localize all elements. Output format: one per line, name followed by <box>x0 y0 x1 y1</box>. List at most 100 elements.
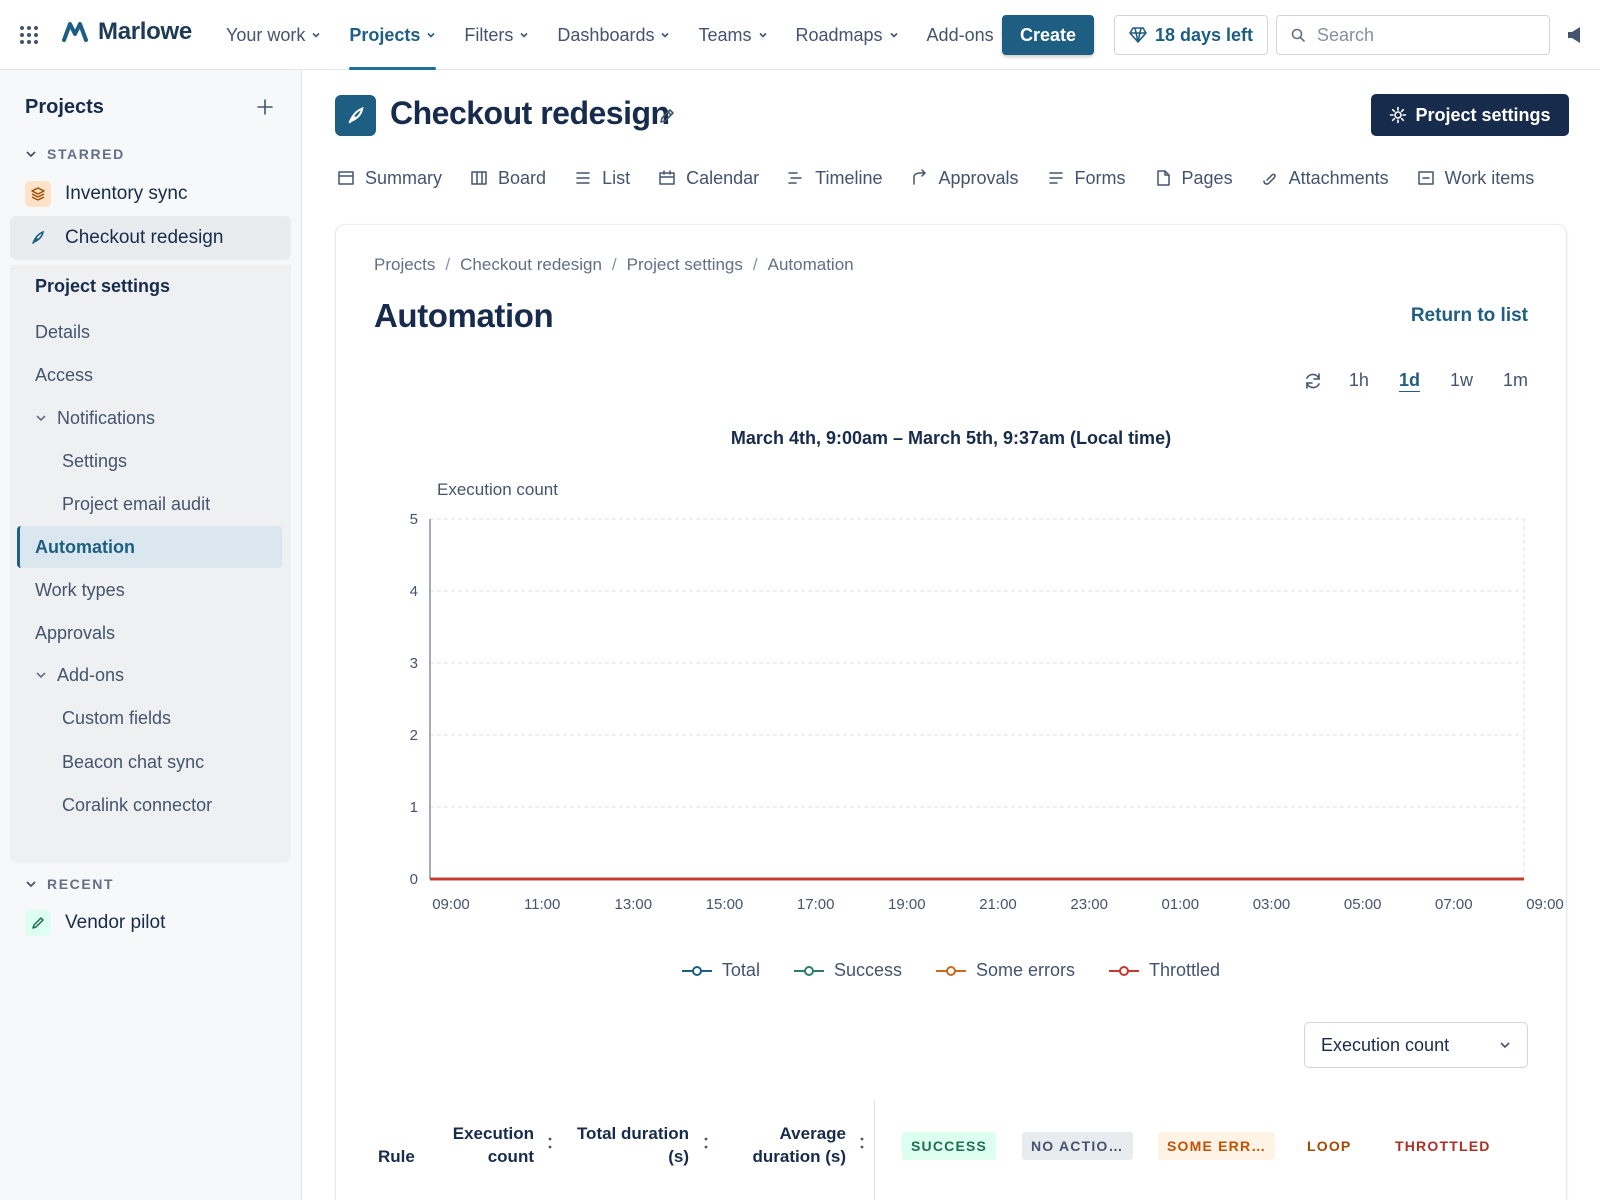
range-option-1w[interactable]: 1w <box>1450 370 1473 391</box>
trial-button[interactable]: 18 days left <box>1114 15 1268 55</box>
work-items-icon <box>1417 171 1434 185</box>
nav-item-roadmaps[interactable]: Roadmaps <box>782 0 913 70</box>
status-column-loop[interactable]: LOOP <box>1298 1132 1360 1160</box>
edit-title-icon[interactable] <box>657 106 677 126</box>
app-switcher-icon[interactable] <box>18 24 40 46</box>
settings-item-automation[interactable]: Automation <box>17 526 282 568</box>
project-label: Vendor pilot <box>65 912 166 933</box>
sidebar-project-inventory-sync[interactable]: Inventory sync <box>10 172 291 216</box>
column-header-rule[interactable]: Rule <box>378 1145 415 1168</box>
return-to-list-link[interactable]: Return to list <box>1411 305 1528 327</box>
project-label: Checkout redesign <box>65 227 224 248</box>
settings-item-notification-settings[interactable]: Settings <box>10 440 291 482</box>
nav-item-label: Roadmaps <box>795 24 883 45</box>
create-button[interactable]: Create <box>1002 15 1094 55</box>
tab-list[interactable]: List <box>574 160 630 196</box>
breadcrumb-item-automation[interactable]: Automation <box>768 255 854 275</box>
nav-item-label: Projects <box>349 24 421 45</box>
legend-item-throttled[interactable]: Throttled <box>1109 960 1220 981</box>
gear-icon <box>1390 106 1407 124</box>
tab-pages[interactable]: Pages <box>1154 160 1233 196</box>
status-column-some-err[interactable]: SOME ERR… <box>1158 1132 1276 1160</box>
tab-work-items[interactable]: Work items <box>1417 160 1534 196</box>
search-box[interactable] <box>1276 15 1550 55</box>
product-logo[interactable]: Marlowe <box>62 18 192 46</box>
project-label: Inventory sync <box>65 183 188 204</box>
x-tick-label: 19:00 <box>888 896 926 913</box>
recent-section-toggle[interactable]: RECENT <box>25 876 114 892</box>
nav-item-label: Dashboards <box>557 24 655 45</box>
megaphone-icon[interactable] <box>1566 24 1588 46</box>
sidebar-project-vendor-pilot[interactable]: Vendor pilot <box>10 901 291 945</box>
legend-item-some-errors[interactable]: Some errors <box>935 960 1075 981</box>
settings-item-beacon-chat-sync[interactable]: Beacon chat sync <box>10 741 291 783</box>
breadcrumb-separator: / <box>752 255 758 274</box>
x-tick-label: 07:00 <box>1435 896 1473 913</box>
sidebar-project-checkout-redesign[interactable]: Checkout redesign <box>10 216 291 260</box>
settings-item-custom-fields[interactable]: Custom fields <box>10 697 291 739</box>
breadcrumb-item-project-settings[interactable]: Project settings <box>627 255 743 275</box>
tab-calendar[interactable]: Calendar <box>658 160 759 196</box>
header-line: (s) <box>668 1147 689 1166</box>
y-tick-label: 2 <box>410 727 418 744</box>
chevron-down-icon <box>758 32 767 38</box>
tab-label: Board <box>498 167 547 188</box>
range-option-1m[interactable]: 1m <box>1503 370 1528 391</box>
nav-item-projects[interactable]: Projects <box>335 0 450 70</box>
project-tabs: Summary Board List Calendar Timeline Approval… <box>337 160 1562 196</box>
metric-select[interactable]: Execution count <box>1304 1022 1528 1068</box>
column-header-total-duration[interactable]: Total duration (s) <box>554 1122 689 1168</box>
column-header-execution-count[interactable]: Execution count <box>432 1122 534 1168</box>
x-tick-label: 09:00 <box>432 896 470 913</box>
project-settings-button[interactable]: Project settings <box>1371 94 1569 136</box>
nav-item-filters[interactable]: Filters <box>450 0 543 70</box>
legend-item-total[interactable]: Total <box>681 960 760 981</box>
y-tick-label: 5 <box>410 511 418 528</box>
column-header-average-duration[interactable]: Average duration (s) <box>714 1122 847 1168</box>
sort-icon[interactable] <box>704 1136 708 1150</box>
tab-timeline[interactable]: Timeline <box>787 160 882 196</box>
project-title: Checkout redesign <box>390 95 670 131</box>
settings-item-access[interactable]: Access <box>10 354 291 396</box>
y-tick-label: 3 <box>410 655 418 672</box>
status-column-success[interactable]: SUCCESS <box>902 1132 997 1160</box>
settings-item-project-email-audit[interactable]: Project email audit <box>10 483 291 525</box>
feather-icon <box>25 225 51 251</box>
refresh-icon[interactable] <box>1303 371 1323 391</box>
chevron-down-icon <box>26 881 36 888</box>
settings-item-approvals[interactable]: Approvals <box>10 612 291 654</box>
nav-item-teams[interactable]: Teams <box>684 0 781 70</box>
range-option-1d[interactable]: 1d <box>1399 370 1420 391</box>
sort-icon[interactable] <box>548 1136 552 1150</box>
status-column-throttled[interactable]: THROTTLED <box>1386 1132 1500 1160</box>
header-line: Execution <box>452 1124 534 1143</box>
settings-title[interactable]: Project settings <box>10 265 291 307</box>
tab-board[interactable]: Board <box>470 160 546 196</box>
legend-item-success[interactable]: Success <box>793 960 902 981</box>
range-option-1h[interactable]: 1h <box>1349 370 1369 391</box>
nav-item-dashboards[interactable]: Dashboards <box>543 0 684 70</box>
legend-label: Total <box>721 960 760 980</box>
settings-item-notifications[interactable]: Notifications <box>10 397 291 439</box>
add-project-icon[interactable] <box>256 98 274 116</box>
starred-section-toggle[interactable]: STARRED <box>25 146 125 162</box>
settings-item-work-types[interactable]: Work types <box>10 569 291 611</box>
tab-label: Summary <box>365 167 443 188</box>
automation-card: Projects / Checkout redesign / Project setti… <box>336 225 1566 1200</box>
breadcrumb-item-checkout-redesign[interactable]: Checkout redesign <box>460 255 602 275</box>
time-range-selector: 1h 1d 1w 1m <box>1303 370 1528 391</box>
tab-approvals[interactable]: Approvals <box>910 160 1019 196</box>
settings-item-coralink-connector[interactable]: Coralink connector <box>10 784 291 826</box>
tab-forms[interactable]: Forms <box>1047 160 1126 196</box>
search-input[interactable] <box>1317 24 1517 46</box>
breadcrumb-item-projects[interactable]: Projects <box>374 255 435 275</box>
settings-item-add-ons[interactable]: Add-ons <box>10 654 291 696</box>
tab-summary[interactable]: Summary <box>337 160 442 196</box>
chevron-down-icon <box>26 151 36 158</box>
tab-attachments[interactable]: Attachments <box>1261 160 1389 196</box>
sort-icon[interactable] <box>860 1136 864 1150</box>
status-column-no-actio[interactable]: NO ACTIO… <box>1022 1132 1133 1160</box>
legend-marker-icon <box>935 965 966 976</box>
nav-item-your-work[interactable]: Your work <box>212 0 335 70</box>
settings-item-details[interactable]: Details <box>10 311 291 353</box>
